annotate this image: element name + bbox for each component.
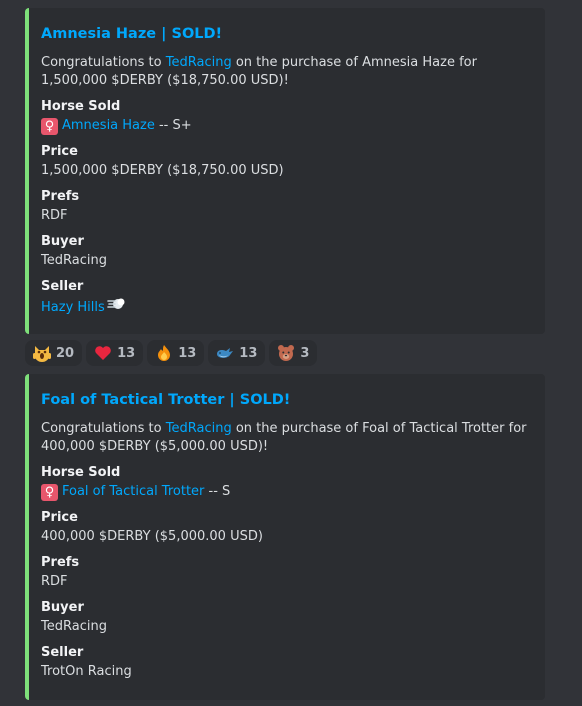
embed-description: Congratulations to TedRacing on the purc…: [41, 54, 529, 90]
field-horse-sold: Horse Sold ♀ Amnesia Haze -- S+: [41, 98, 529, 136]
field-price: Price 1,500,000 $DERBY ($18,750.00 USD): [41, 143, 529, 181]
field-name: Seller: [41, 279, 84, 294]
female-sign-icon: ♀: [41, 483, 58, 501]
reaction-scream-cat[interactable]: 20: [25, 340, 83, 366]
field-name: Horse Sold: [41, 99, 121, 114]
reaction-count: 20: [56, 345, 75, 361]
buyer-link[interactable]: TedRacing: [41, 617, 529, 637]
reaction-heart[interactable]: 13: [86, 340, 144, 366]
reaction-count: 13: [117, 345, 136, 361]
female-sign-icon: ♀: [41, 117, 58, 135]
field-prefs: Prefs RDF: [41, 188, 529, 226]
field-value: ♀ Foal of Tactical Trotter -- S: [41, 482, 529, 502]
desc-prefix: Congratulations to: [41, 55, 166, 70]
scream-cat-icon: [33, 344, 51, 362]
reaction-fire[interactable]: 13: [147, 340, 205, 366]
reaction-count: 13: [178, 345, 197, 361]
sale-embed: Foal of Tactical Trotter | SOLD! Congrat…: [25, 374, 545, 700]
buyer-link[interactable]: TedRacing: [41, 251, 529, 271]
horse-grade: -- S+: [154, 118, 192, 133]
field-prefs: Prefs RDF: [41, 554, 529, 592]
horse-link[interactable]: Foal of Tactical Trotter: [62, 482, 204, 502]
field-value: Hazy Hills: [41, 296, 529, 319]
field-name: Buyer: [41, 234, 84, 249]
field-seller: Seller TrotOn Racing: [41, 644, 529, 682]
reaction-bar: 20 13 13 13 3: [25, 340, 318, 366]
bear-face-icon: [277, 344, 295, 362]
field-value: RDF: [41, 208, 68, 223]
field-name: Prefs: [41, 189, 80, 204]
field-buyer: Buyer TedRacing: [41, 233, 529, 271]
field-buyer: Buyer TedRacing: [41, 599, 529, 637]
reaction-bear[interactable]: 3: [269, 340, 318, 366]
field-name: Price: [41, 510, 78, 525]
whale-icon: [216, 344, 234, 362]
desc-prefix: Congratulations to: [41, 421, 166, 436]
fire-icon: [155, 344, 173, 362]
reaction-count: 13: [239, 345, 258, 361]
field-value: 400,000 $DERBY ($5,000.00 USD): [41, 529, 263, 544]
reaction-count: 3: [300, 345, 310, 361]
field-name: Prefs: [41, 555, 80, 570]
embed-title[interactable]: Foal of Tactical Trotter | SOLD!: [41, 390, 529, 410]
field-name: Buyer: [41, 600, 84, 615]
seller-link[interactable]: Hazy Hills: [41, 298, 105, 318]
field-seller: Seller Hazy Hills: [41, 278, 529, 319]
horse-grade: -- S: [204, 484, 231, 499]
embed-description: Congratulations to TedRacing on the purc…: [41, 420, 529, 456]
embed-title[interactable]: Amnesia Haze | SOLD!: [41, 24, 529, 44]
sale-embed: Amnesia Haze | SOLD! Congratulations to …: [25, 8, 545, 334]
field-name: Horse Sold: [41, 465, 121, 480]
buyer-mention-link[interactable]: TedRacing: [166, 55, 232, 70]
horse-link[interactable]: Amnesia Haze: [62, 116, 155, 136]
field-price: Price 400,000 $DERBY ($5,000.00 USD): [41, 509, 529, 547]
field-horse-sold: Horse Sold ♀ Foal of Tactical Trotter --…: [41, 464, 529, 502]
red-heart-icon: [94, 344, 112, 362]
seller-link[interactable]: TrotOn Racing: [41, 662, 529, 682]
field-value: 1,500,000 $DERBY ($18,750.00 USD): [41, 163, 284, 178]
buyer-mention-link[interactable]: TedRacing: [166, 421, 232, 436]
field-name: Seller: [41, 645, 84, 660]
field-name: Price: [41, 144, 78, 159]
dashing-away-icon: [106, 296, 125, 319]
field-value: RDF: [41, 574, 68, 589]
field-value: ♀ Amnesia Haze -- S+: [41, 116, 529, 136]
reaction-whale[interactable]: 13: [208, 340, 266, 366]
